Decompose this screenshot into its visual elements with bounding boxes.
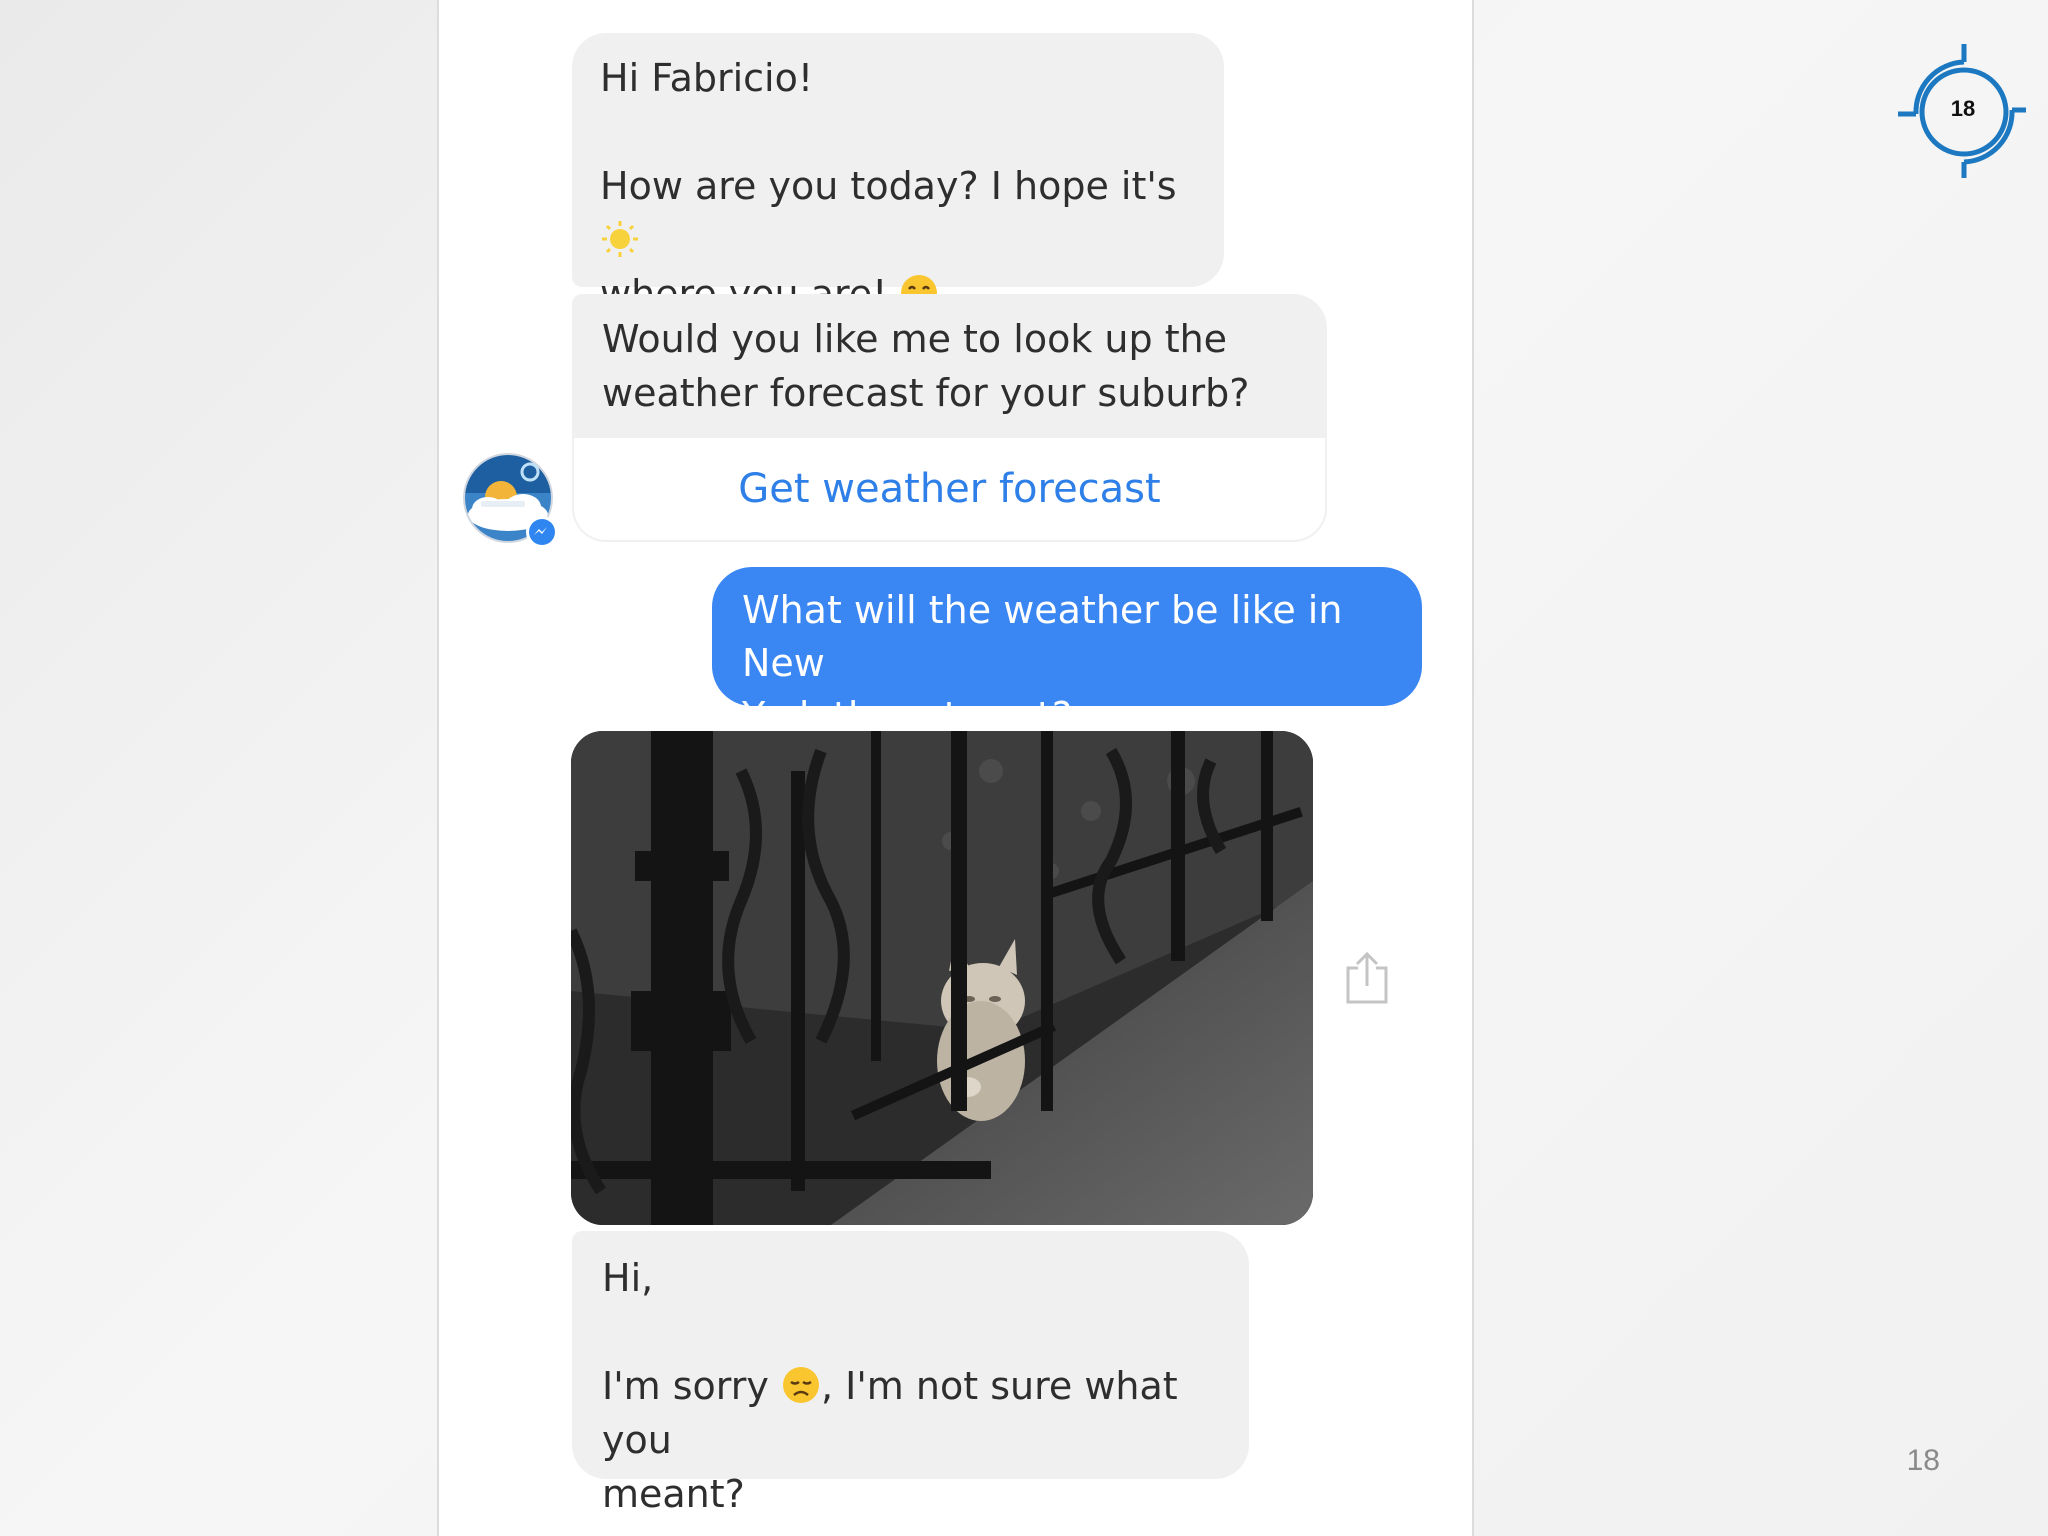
reply-line-2-a: I'm sorry — [602, 1364, 769, 1408]
bot-message-prompt: Would you like me to look up the weather… — [572, 294, 1327, 542]
badge-number: 18 — [1950, 96, 1976, 121]
get-weather-forecast-button[interactable]: Get weather forecast — [574, 438, 1325, 540]
greeting-line-1: Hi Fabricio! — [600, 56, 814, 100]
greeting-line-2: How are you today? I hope it's — [600, 159, 1196, 267]
reply-line-2: I'm sorry , I'm not sure what you — [602, 1359, 1219, 1467]
cat-behind-fence-image — [571, 731, 1313, 1225]
bot-message-reply: Hi, I'm sorry , I'm not sure what you me… — [572, 1231, 1249, 1516]
sun-emoji-icon — [602, 221, 638, 257]
disappointed-emoji-icon — [782, 1367, 819, 1403]
messenger-badge-icon — [526, 516, 558, 548]
greeting-line-2-text: How are you today? I hope it's — [600, 164, 1177, 208]
reply-line-3: meant? — [602, 1472, 745, 1516]
slide-page-number: 18 — [1906, 1444, 1940, 1477]
user-message: What will the weather be like in New Yor… — [712, 567, 1422, 738]
cat-photo-message[interactable] — [571, 731, 1313, 1225]
bot-avatar[interactable] — [463, 453, 558, 548]
prompt-text: Would you like me to look up the weather… — [602, 317, 1250, 415]
bot-message-greeting: Hi Fabricio! How are you today? I hope i… — [572, 33, 1224, 316]
share-icon[interactable] — [1344, 950, 1390, 1006]
reply-line-1: Hi, — [602, 1256, 654, 1300]
user-message-text: What will the weather be like in New Yor… — [742, 588, 1343, 738]
